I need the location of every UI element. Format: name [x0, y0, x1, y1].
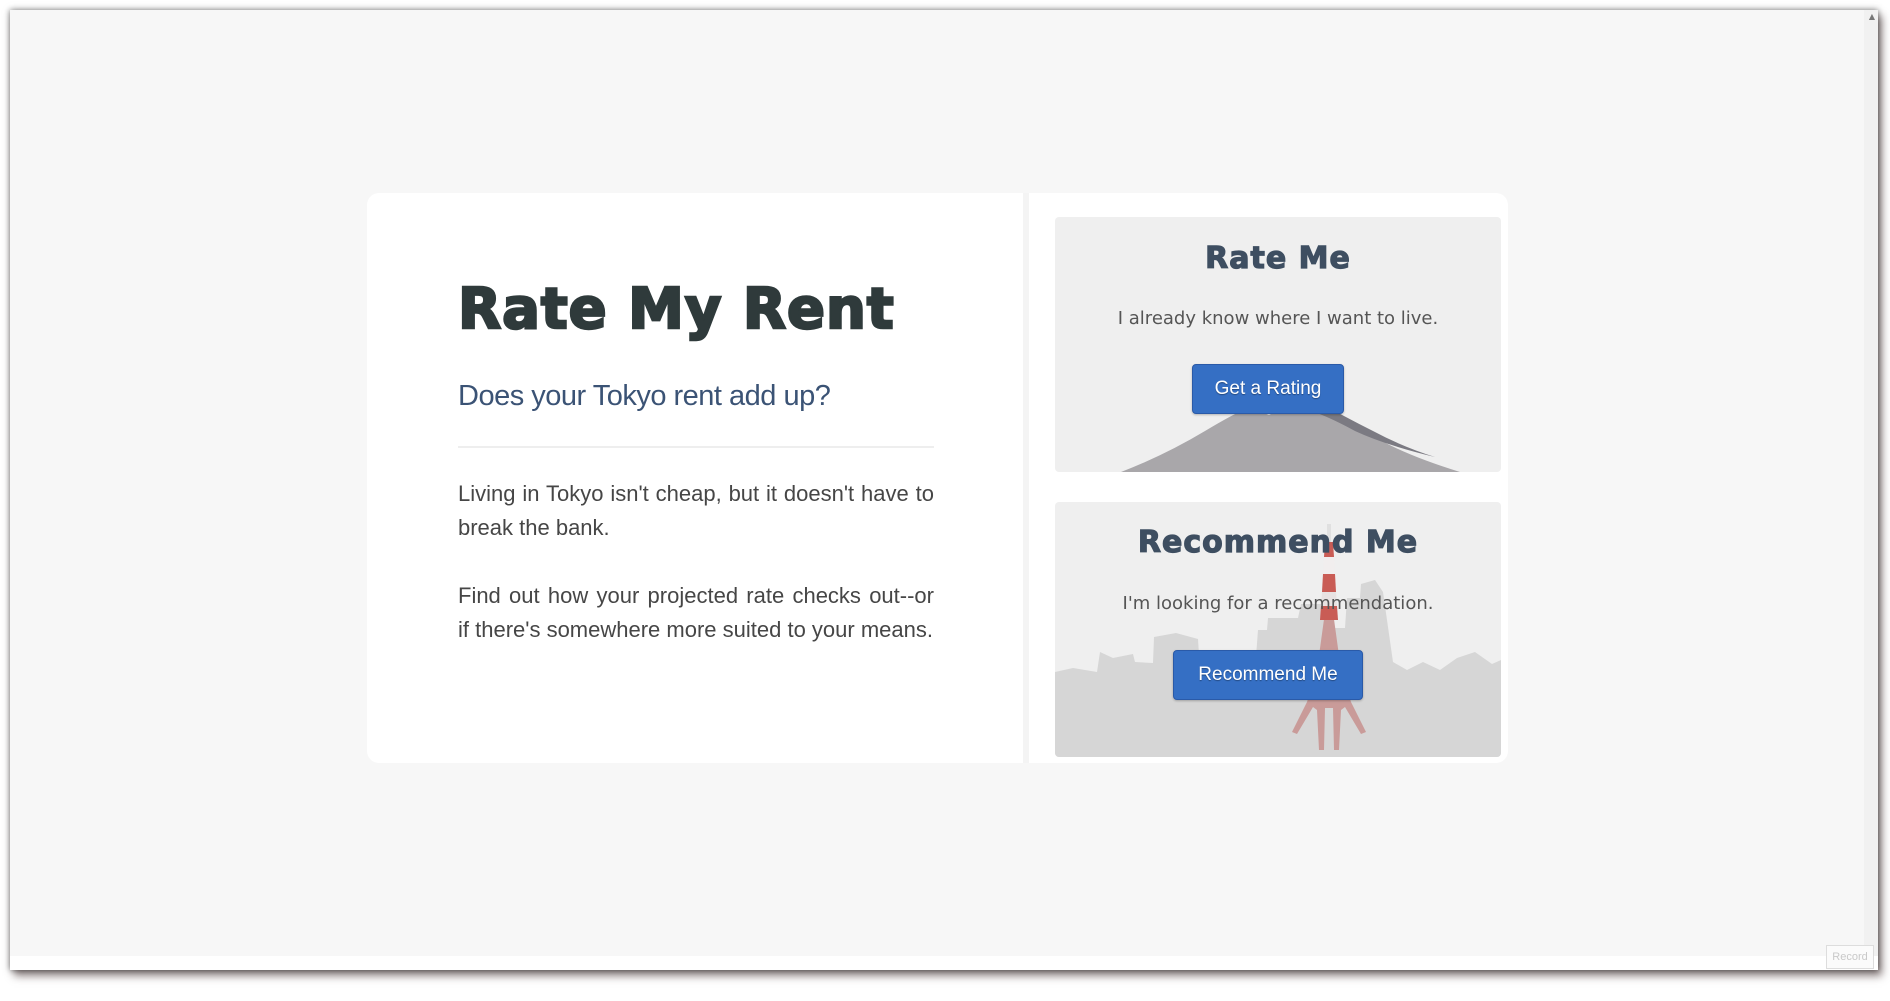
recommend-me-title: Recommend Me — [1137, 524, 1419, 560]
recommend-me-description: I'm looking for a recommendation. — [1122, 593, 1434, 614]
panel-divider — [1023, 193, 1029, 763]
rate-me-description: I already know where I want to live. — [1117, 308, 1439, 329]
get-rating-button[interactable]: Get a Rating — [1192, 364, 1344, 414]
page-subtitle: Does your Tokyo rent add up? — [458, 380, 831, 412]
recommend-me-button[interactable]: Recommend Me — [1173, 650, 1363, 700]
intro-paragraph-secondary: Find out how your projected rate checks … — [458, 583, 934, 642]
browser-viewport: ▲ Rate My Rent Does your Tokyo rent add … — [10, 10, 1878, 970]
recommend-me-card: Recommend Me I'm looking for a recommend… — [1055, 502, 1501, 757]
divider — [458, 446, 934, 448]
scroll-up-icon[interactable]: ▲ — [1869, 13, 1875, 21]
bottom-edge — [10, 956, 1878, 970]
page-title: Rate My Rent — [457, 277, 895, 342]
vertical-scrollbar[interactable]: ▲ — [1864, 10, 1878, 970]
rate-me-title: Rate Me — [1205, 240, 1351, 276]
landing-card: Rate My Rent Does your Tokyo rent add up… — [367, 193, 1508, 763]
intro-paragraph: Living in Tokyo isn't cheap, but it does… — [458, 481, 934, 540]
record-badge[interactable]: Record — [1826, 945, 1874, 969]
rate-me-card: Rate Me I already know where I want to l… — [1055, 217, 1501, 472]
